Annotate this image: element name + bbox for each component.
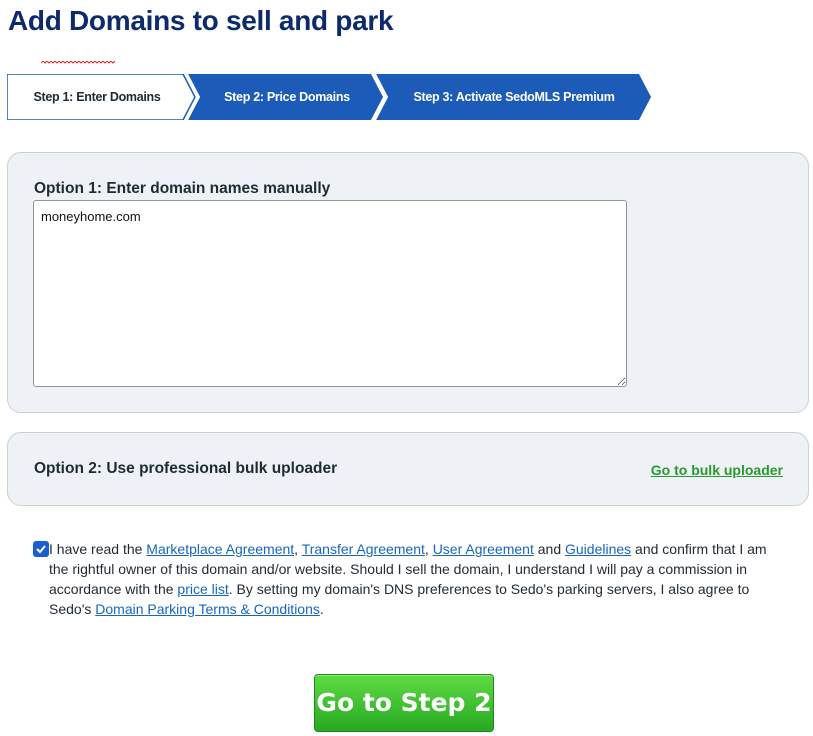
marketplace-agreement-link[interactable]: Marketplace Agreement [146,541,294,557]
checkmark-icon [36,545,46,554]
step-progress: Step 1: Enter Domains Step 2: Price Doma… [7,74,652,120]
manual-entry-panel: Option 1: Enter domain names manually mo… [7,152,809,413]
user-agreement-link[interactable]: User Agreement [433,541,534,557]
step-1[interactable]: Step 1: Enter Domains [7,74,187,120]
price-list-link[interactable]: price list [177,581,228,597]
domain-names-textarea[interactable]: moneyhome.com [33,200,627,387]
option-2-title: Option 2: Use professional bulk uploader [34,460,338,477]
go-to-step-2-button[interactable]: Go to Step 2 [314,674,494,732]
step-2[interactable]: Step 2: Price Domains [195,74,379,120]
page-title: Add Domains to sell and park [8,5,394,36]
transfer-agreement-link[interactable]: Transfer Agreement [302,541,425,557]
agreement-block: I have read the Marketplace Agreement, T… [33,539,773,619]
bulk-uploader-panel: Option 2: Use professional bulk uploader… [7,432,809,506]
step-3[interactable]: Step 3: Activate SedoMLS Premium [383,74,645,120]
parking-terms-link[interactable]: Domain Parking Terms & Conditions [95,601,320,617]
agreement-text: I have read the Marketplace Agreement, T… [49,541,767,617]
guidelines-link[interactable]: Guidelines [565,541,631,557]
option-1-title: Option 1: Enter domain names manually [34,180,331,197]
spellcheck-underline [41,61,115,64]
bulk-uploader-link[interactable]: Go to bulk uploader [651,462,783,478]
agreement-checkbox[interactable] [33,541,49,557]
